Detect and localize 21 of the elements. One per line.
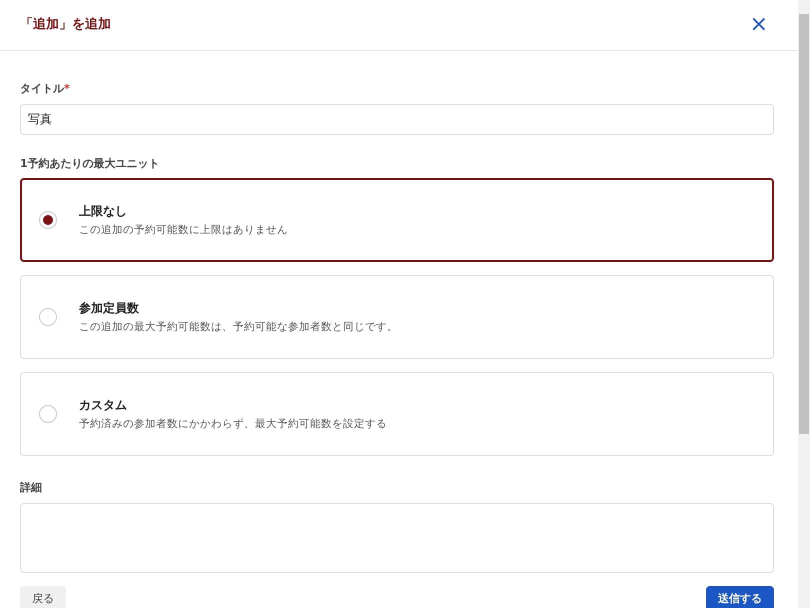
back-button[interactable]: 戻る — [20, 586, 66, 608]
field-label: 1予約あたりの最大ユニット — [20, 156, 161, 172]
option-description: この追加の予約可能数に上限はありません — [79, 222, 288, 238]
option-title: 上限なし — [79, 202, 128, 220]
scrollbar[interactable] — [798, 0, 810, 608]
option-card[interactable]: カスタム 予約済みの参加者数にかかわらず、最大予約可能数を設定する — [20, 372, 774, 456]
radio-button[interactable] — [39, 211, 57, 229]
submit-button[interactable]: 送信する — [706, 586, 774, 608]
radio-button[interactable] — [39, 405, 57, 423]
option-description: この追加の最大予約可能数は、予約可能な参加者数と同じです。 — [79, 320, 398, 335]
title-input[interactable]: 写真 — [20, 104, 774, 134]
option-card[interactable]: 参加定員数 この追加の最大予約可能数は、予約可能な参加者数と同じです。 — [20, 275, 774, 359]
field-label: タイトル — [20, 82, 64, 95]
option-description: 予約済みの参加者数にかかわらず、最大予約可能数を設定する — [79, 416, 387, 432]
required-mark: * — [64, 82, 70, 95]
option-title: 参加定員数 — [79, 300, 140, 317]
option-title: カスタム — [79, 396, 128, 414]
radio-button[interactable] — [39, 308, 57, 326]
dialog-title: 「追加」を追加 — [20, 16, 111, 34]
field-label: 詳細 — [20, 480, 43, 496]
option-card[interactable]: 上限なし この追加の予約可能数に上限はありません — [20, 178, 774, 262]
